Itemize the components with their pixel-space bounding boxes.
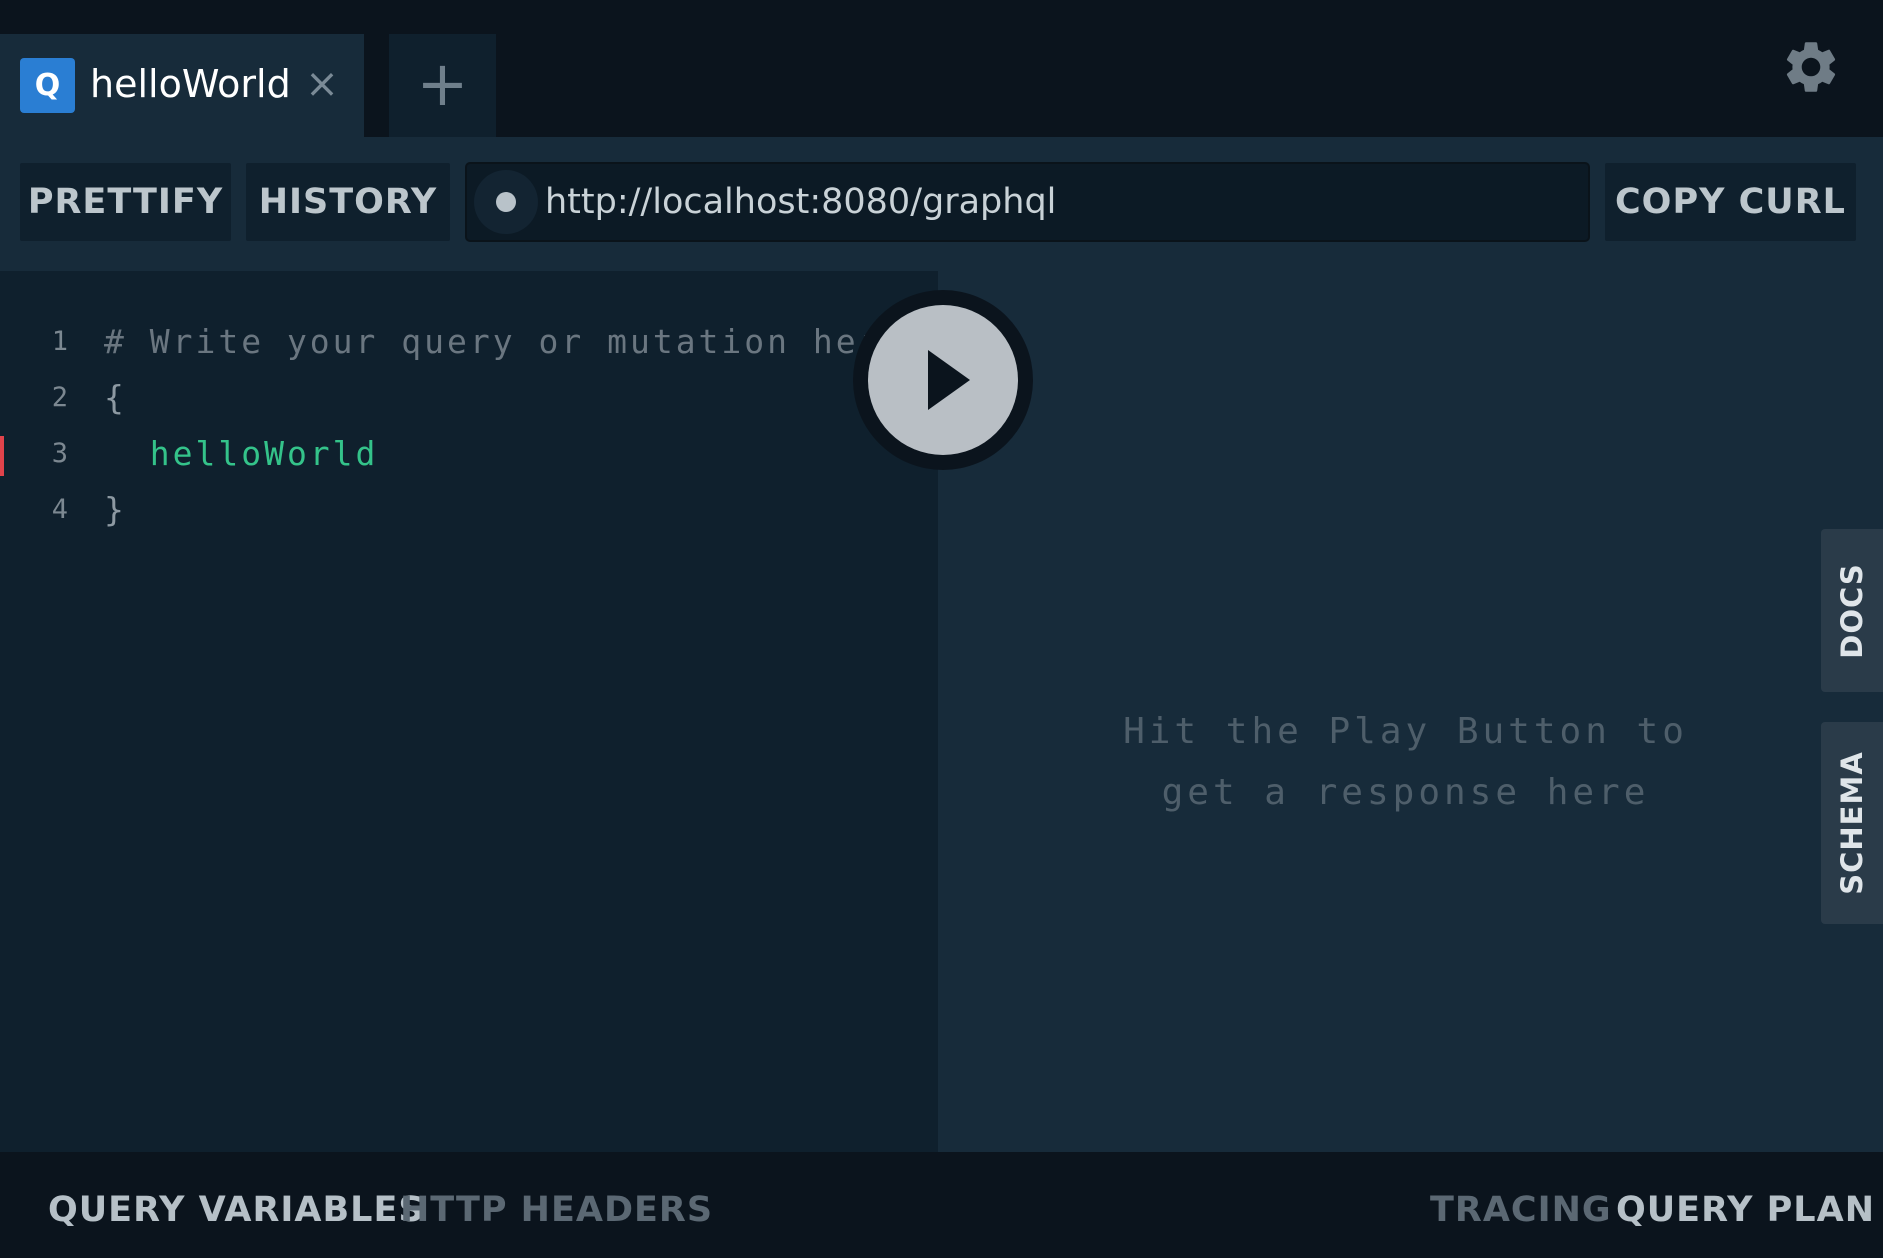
response-panel: Hit the Play Button to get a response he… [938,271,1883,1152]
play-icon [928,350,970,410]
tab-hello-world[interactable]: Q helloWorld × [0,34,364,137]
toolbar: PRETTIFY HISTORY http://localhost:8080/g… [0,137,1883,271]
code-comment: # Write your query or mutation her [104,322,882,361]
line-number: 4 [51,494,68,525]
copy-curl-button[interactable]: COPY CURL [1605,163,1856,241]
bottom-bar: QUERY VARIABLES HTTP HEADERS TRACING QUE… [0,1152,1883,1258]
query-plan-tab[interactable]: QUERY PLAN [1616,1190,1875,1230]
history-button[interactable]: HISTORY [246,163,450,241]
query-editor[interactable]: 1 # Write your query or mutation her 2 {… [0,271,938,1152]
play-button[interactable] [868,305,1018,455]
editor-line: 4 } [0,488,938,544]
hint-line-2: get a response here [1161,772,1650,813]
line-number: 3 [51,438,68,469]
query-badge: Q [20,58,75,113]
tracing-tab[interactable]: TRACING [1430,1190,1612,1230]
docs-tab[interactable]: DOCS [1821,529,1883,692]
gear-icon[interactable] [1780,36,1842,98]
editor-line: 1 # Write your query or mutation her [0,320,938,376]
editor-line: 3 helloWorld [0,432,938,488]
query-variables-tab[interactable]: QUERY VARIABLES [48,1190,425,1230]
endpoint-url[interactable]: http://localhost:8080/graphql [545,182,1056,222]
code-brace-close: } [104,490,127,529]
schema-tab[interactable]: SCHEMA [1821,722,1883,924]
endpoint-url-input[interactable]: http://localhost:8080/graphql [465,162,1590,242]
http-headers-tab[interactable]: HTTP HEADERS [400,1190,713,1230]
line-number: 1 [51,326,68,357]
line-number: 2 [51,382,68,413]
connection-status-icon [474,170,538,234]
docs-label: DOCS [1835,562,1869,659]
code-brace-open: { [104,378,127,417]
prettify-button[interactable]: PRETTIFY [20,163,231,241]
response-placeholder: Hit the Play Button to get a response he… [938,701,1873,823]
cursor-line-marker [0,436,4,476]
play-button-ring [853,290,1033,470]
hint-line-1: Hit the Play Button to [1123,711,1688,752]
status-dot [496,192,516,212]
add-tab-button[interactable]: + [389,34,496,137]
editor-line: 2 { [0,376,938,432]
schema-label: SCHEMA [1835,751,1869,895]
close-icon[interactable]: × [302,58,342,110]
tab-bar: Q helloWorld × + [0,0,1883,137]
tab-title: helloWorld [90,62,291,106]
code-field: helloWorld [104,434,379,473]
